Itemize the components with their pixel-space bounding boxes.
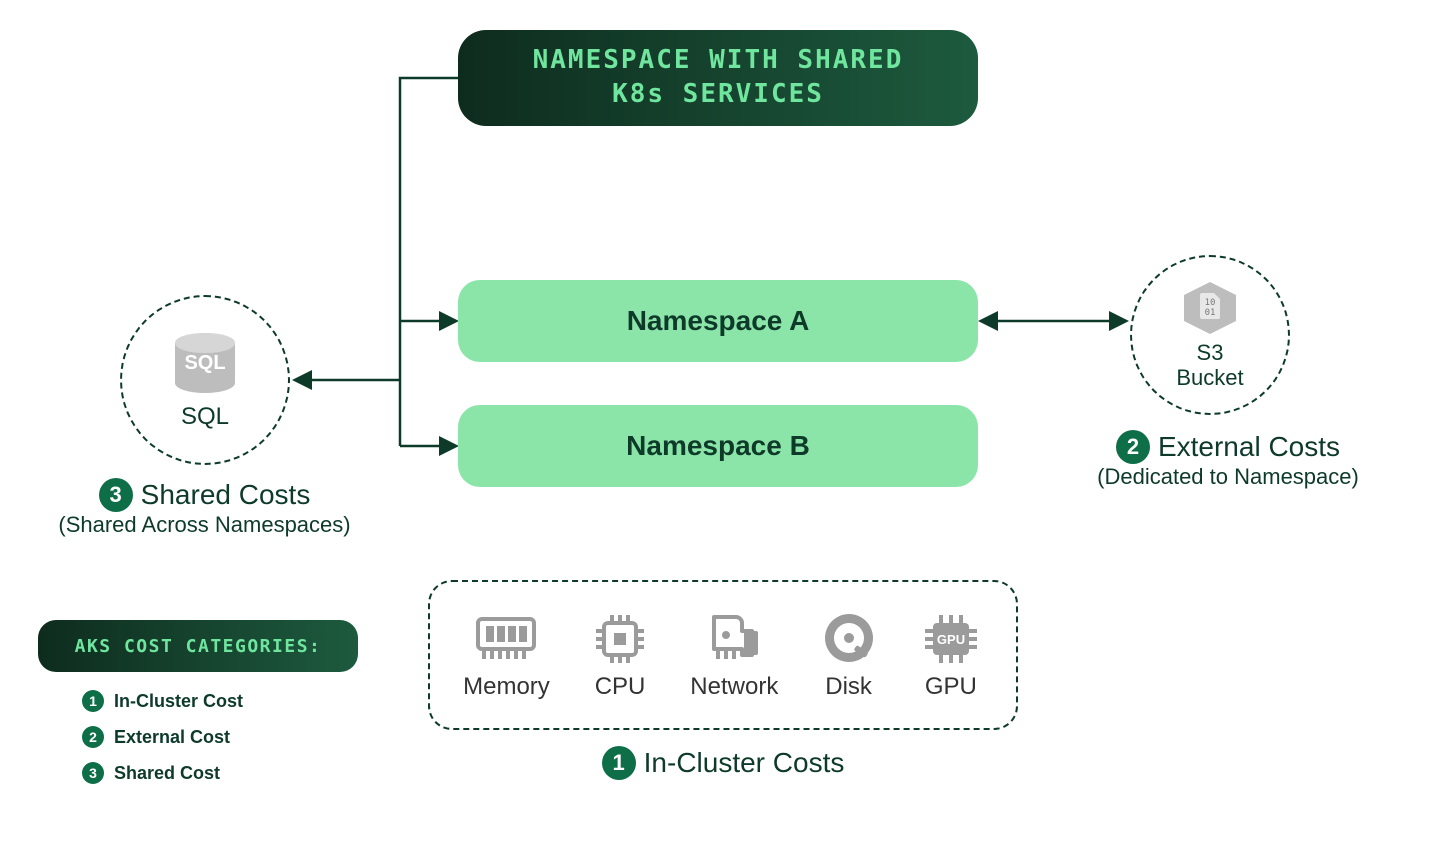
in-cluster-costs-title: In-Cluster Costs bbox=[644, 747, 845, 779]
s3-inside-label: S3Bucket bbox=[1176, 340, 1243, 391]
shared-costs-title: Shared Costs bbox=[141, 479, 311, 511]
shared-costs-subtitle: (Shared Across Namespaces) bbox=[28, 512, 381, 538]
gpu-icon: GPU bbox=[919, 609, 983, 667]
namespace-a-label: Namespace A bbox=[627, 305, 810, 337]
network-icon bbox=[702, 609, 766, 667]
badge-2: 2 bbox=[1116, 430, 1150, 464]
legend-header: AKS COST CATEGORIES: bbox=[38, 620, 358, 672]
namespace-b-label: Namespace B bbox=[626, 430, 810, 462]
shared-services-header: NAMESPACE WITH SHARED K8s SERVICES bbox=[458, 30, 978, 126]
disk-icon bbox=[817, 609, 881, 667]
resource-disk-label: Disk bbox=[825, 673, 872, 701]
svg-text:01: 01 bbox=[1205, 308, 1216, 318]
legend-badge-2: 2 bbox=[82, 726, 104, 748]
resource-memory: Memory bbox=[463, 609, 550, 701]
header-line2: K8s SERVICES bbox=[612, 79, 824, 109]
header-line1: NAMESPACE WITH SHARED bbox=[533, 45, 904, 75]
badge-3: 3 bbox=[99, 478, 133, 512]
svg-text:GPU: GPU bbox=[937, 632, 965, 647]
in-cluster-costs-caption: 1 In-Cluster Costs bbox=[428, 745, 1018, 780]
resource-gpu-label: GPU bbox=[925, 673, 977, 701]
resource-disk: Disk bbox=[817, 609, 881, 701]
svg-text:10: 10 bbox=[1205, 298, 1216, 308]
legend-badge-3: 3 bbox=[82, 762, 104, 784]
namespace-a-box: Namespace A bbox=[458, 280, 978, 362]
external-costs-title: External Costs bbox=[1158, 431, 1340, 463]
namespace-b-box: Namespace B bbox=[458, 405, 978, 487]
sql-node: SQL SQL bbox=[120, 295, 290, 465]
resource-network-label: Network bbox=[690, 673, 778, 701]
sql-inside-label: SQL bbox=[181, 403, 229, 431]
legend-title: AKS COST CATEGORIES: bbox=[75, 636, 322, 657]
s3-node: 10 01 S3Bucket bbox=[1130, 255, 1290, 415]
legend-item-1: 1 In-Cluster Cost bbox=[82, 690, 243, 712]
resource-network: Network bbox=[690, 609, 778, 701]
shared-costs-caption: 3 Shared Costs (Shared Across Namespaces… bbox=[28, 478, 381, 538]
in-cluster-resources-box: Memory CPU Network bbox=[428, 580, 1018, 730]
legend-list: 1 In-Cluster Cost 2 External Cost 3 Shar… bbox=[82, 690, 243, 784]
memory-icon bbox=[474, 609, 538, 667]
legend-label-3: Shared Cost bbox=[114, 763, 220, 784]
legend-badge-1: 1 bbox=[82, 690, 104, 712]
external-costs-subtitle: (Dedicated to Namespace) bbox=[1068, 464, 1388, 490]
resource-cpu-label: CPU bbox=[595, 673, 646, 701]
legend-item-3: 3 Shared Cost bbox=[82, 762, 243, 784]
legend-item-2: 2 External Cost bbox=[82, 726, 243, 748]
database-icon: SQL bbox=[165, 329, 245, 399]
badge-1: 1 bbox=[602, 746, 636, 780]
resource-cpu: CPU bbox=[588, 609, 652, 701]
svg-text:SQL: SQL bbox=[184, 352, 225, 374]
resource-memory-label: Memory bbox=[463, 673, 550, 701]
external-costs-caption: 2 External Costs (Dedicated to Namespace… bbox=[1068, 430, 1388, 490]
legend-label-1: In-Cluster Cost bbox=[114, 691, 243, 712]
s3-hexagon-icon: 10 01 bbox=[1180, 280, 1240, 336]
cpu-icon bbox=[588, 609, 652, 667]
legend-label-2: External Cost bbox=[114, 727, 230, 748]
resource-gpu: GPU GPU bbox=[919, 609, 983, 701]
